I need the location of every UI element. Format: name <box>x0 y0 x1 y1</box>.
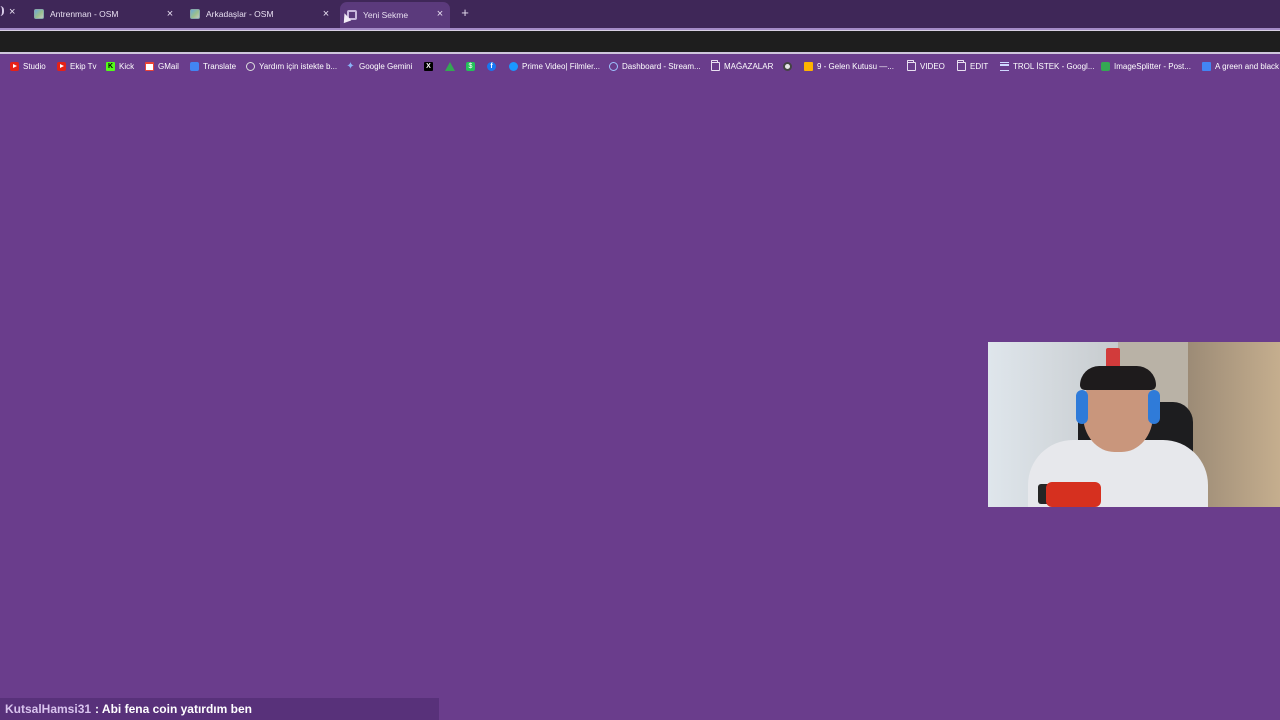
bookmark-google-gemini[interactable]: ✦ Google Gemini <box>346 60 412 72</box>
bookmark-facebook[interactable]: f <box>487 60 500 72</box>
folder-icon <box>907 59 916 71</box>
translate-icon <box>190 61 199 71</box>
bookmark-x[interactable]: X <box>424 60 437 72</box>
tab-yeni-sekme[interactable]: Yeni Sekme × <box>340 2 450 28</box>
webcam-overlay <box>988 342 1280 507</box>
doc-icon <box>1202 61 1211 71</box>
bookmark-yardim[interactable]: Yardım için istekte b... <box>246 60 337 72</box>
bookmark-studio[interactable]: Studio <box>10 60 46 72</box>
tab-antrenman[interactable]: Antrenman - OSM × <box>34 3 182 25</box>
bookmark-label: Prime Video| Filmler... <box>522 61 600 71</box>
globe-icon <box>246 61 255 71</box>
youtube-icon <box>10 61 19 71</box>
tab-title: Arkadaşlar - OSM <box>206 9 274 19</box>
bookmark-green-app[interactable]: $ <box>466 60 479 72</box>
bookmark-ekip-tv[interactable]: Ekip Tv <box>57 60 97 72</box>
bookmark-gelen-kutusu[interactable]: 9 - Gelen Kutusu —... <box>804 60 894 72</box>
bookmark-label: ImageSplitter - Post... <box>1114 61 1191 71</box>
world-icon <box>783 61 792 71</box>
bookmark-label: Google Gemini <box>359 61 413 71</box>
bookmark-green-and-black[interactable]: A green and black <box>1202 60 1279 72</box>
bookmark-label: MAĞAZALAR <box>724 61 774 71</box>
microphone-icon <box>1046 482 1101 507</box>
bookmark-gmail[interactable]: GMail <box>145 60 179 72</box>
bookmark-folder-video[interactable]: VIDEO <box>907 59 945 72</box>
bookmark-dashboard[interactable]: Dashboard - Stream... <box>609 60 701 72</box>
mail-icon <box>804 61 813 71</box>
bookmark-world[interactable] <box>783 60 796 72</box>
drive-icon <box>445 61 455 71</box>
gemini-icon: ✦ <box>346 60 355 72</box>
tab-title: Yeni Sekme <box>363 10 409 20</box>
bookmark-imagesplitter[interactable]: ImageSplitter - Post... <box>1101 60 1191 72</box>
headphones-icon <box>1148 390 1160 424</box>
gmail-icon <box>145 61 154 71</box>
osm-favicon-icon <box>34 9 44 19</box>
bookmark-label: Dashboard - Stream... <box>622 61 701 71</box>
green-app-icon: $ <box>466 61 475 71</box>
chat-message-bar: KutsalHamsi31 : Abi fena coin yatırdım b… <box>0 698 439 720</box>
bookmark-label: Translate <box>203 61 237 71</box>
bookmarks-bar: Studio Ekip Tv K Kick GMail Translate Ya… <box>0 54 1280 78</box>
tab-close-icon[interactable]: × <box>320 7 332 21</box>
bookmark-label: GMail <box>158 61 179 71</box>
webcam-person-hair <box>1080 366 1156 390</box>
bookmark-label: EDIT <box>970 61 989 71</box>
bookmark-label: VIDEO <box>920 61 945 71</box>
bookmark-label: 9 - Gelen Kutusu —... <box>817 61 894 71</box>
tab-close-icon[interactable]: × <box>434 7 446 21</box>
new-tab-button[interactable]: + <box>458 5 472 21</box>
list-icon <box>1000 61 1009 71</box>
tab-title: Antrenman - OSM <box>50 9 119 19</box>
bookmark-translate[interactable]: Translate <box>190 60 236 72</box>
bookmark-folder-edit[interactable]: EDIT <box>957 59 989 72</box>
address-toolbar <box>0 31 1280 52</box>
partial-tab-close-icon[interactable]: × <box>9 6 15 18</box>
bookmark-label: Yardım için istekte b... <box>259 61 338 71</box>
partial-tab-icon <box>0 6 4 16</box>
chat-username: KutsalHamsi31 <box>5 702 92 716</box>
puzzle-icon <box>1101 61 1110 71</box>
headphones-icon <box>1076 390 1088 424</box>
bookmark-label: TROL İSTEK - Googl... <box>1013 61 1095 71</box>
tab-strip: × Antrenman - OSM × Arkadaşlar - OSM × Y… <box>0 0 1280 28</box>
bookmark-kick[interactable]: K Kick <box>106 60 134 72</box>
chat-message-text: : Abi fena coin yatırdım ben <box>95 702 252 716</box>
bookmark-label: Kick <box>119 61 135 71</box>
bookmark-prime-video[interactable]: Prime Video| Filmler... <box>509 60 600 72</box>
bookmark-trol-istek[interactable]: TROL İSTEK - Googl... <box>1000 60 1095 72</box>
kick-icon: K <box>106 61 115 71</box>
prime-video-icon <box>509 61 518 71</box>
folder-icon <box>711 59 720 71</box>
bookmark-label: Studio <box>23 61 46 71</box>
tab-close-icon[interactable]: × <box>164 7 176 21</box>
bookmark-label: Ekip Tv <box>70 61 97 71</box>
youtube-icon <box>57 61 66 71</box>
facebook-icon: f <box>487 61 496 71</box>
tab-arkadaslar[interactable]: Arkadaşlar - OSM × <box>190 3 338 25</box>
dashboard-icon <box>609 61 618 71</box>
bookmark-folder-magazalar[interactable]: MAĞAZALAR <box>711 59 774 72</box>
folder-icon <box>957 59 966 71</box>
osm-favicon-icon <box>190 9 200 19</box>
bookmark-drive[interactable] <box>445 60 459 72</box>
x-icon: X <box>424 61 433 71</box>
bookmark-label: A green and black <box>1215 61 1280 71</box>
